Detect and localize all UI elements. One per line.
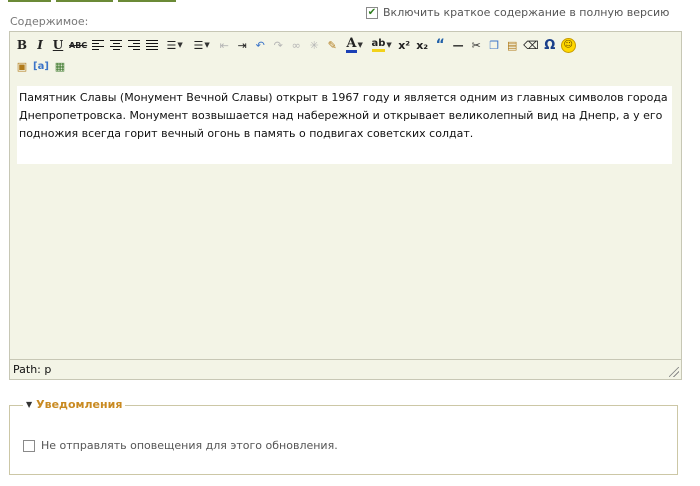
- omega-icon: Ω: [544, 37, 556, 53]
- paste-word-icon: [a]: [33, 60, 49, 72]
- toolbar-row-2: ▣ [a] ▦: [13, 56, 69, 76]
- cut-icon: ✂: [471, 38, 481, 52]
- notifications-legend[interactable]: ▼ Уведомления: [23, 398, 126, 411]
- undo-button[interactable]: ↶: [251, 35, 269, 55]
- editor-toolbar: B I U ABC ☰ ▼ ☰ ▼ ⇤ ⇥ ↶ ↷ ∞ ✳ ✎ A ▼ ab ▼ x² …: [10, 32, 681, 76]
- copy-button[interactable]: ❐: [485, 35, 503, 55]
- toolbar-row-1: B I U ABC ☰ ▼ ☰ ▼ ⇤ ⇥ ↶ ↷ ∞ ✳ ✎ A ▼ ab ▼ x² …: [13, 35, 578, 55]
- subscript-icon: x₂: [416, 38, 429, 52]
- outdent-button[interactable]: ⇤: [215, 35, 233, 55]
- dropdown-arrow-icon: ▼: [357, 41, 363, 49]
- eraser-icon: ⌫: [523, 38, 539, 52]
- resize-handle-icon[interactable]: [669, 367, 679, 377]
- redo-icon: ↷: [273, 38, 283, 52]
- smiley-icon: ☺: [560, 37, 576, 53]
- redo-button[interactable]: ↷: [269, 35, 287, 55]
- numbered-list-button[interactable]: ☰ ▼: [188, 35, 215, 55]
- blockquote-icon: “: [435, 37, 445, 53]
- special-char-button[interactable]: Ω: [541, 35, 559, 55]
- editor-statusbar: Path: p: [10, 359, 681, 379]
- remove-format-button[interactable]: ⌫: [521, 35, 541, 55]
- superscript-icon: x²: [398, 38, 411, 52]
- bold-button[interactable]: B: [13, 35, 31, 55]
- paste-icon: ▤: [506, 38, 518, 52]
- editor-content-area[interactable]: Памятник Славы (Монумент Вечной Славы) о…: [17, 86, 672, 164]
- horizontal-rule-button[interactable]: —: [449, 35, 467, 55]
- copy-icon: ❐: [489, 38, 500, 52]
- numbered-list-icon: ☰: [193, 38, 204, 52]
- summary-checkbox-label: Включить краткое содержание в полную вер…: [383, 6, 670, 19]
- dropdown-arrow-icon: ▼: [177, 41, 183, 49]
- italic-button[interactable]: I: [31, 35, 49, 55]
- dropdown-arrow-icon: ▼: [204, 41, 210, 49]
- summary-option[interactable]: ✔ Включить краткое содержание в полную в…: [366, 6, 669, 19]
- unlink-icon: ✳: [309, 38, 319, 52]
- notifications-fieldset: ▼ Уведомления Не отправлять оповещения д…: [9, 398, 678, 475]
- notify-option[interactable]: Не отправлять оповещения для этого обнов…: [23, 439, 338, 452]
- align-right-button[interactable]: [125, 35, 143, 55]
- bullet-list-button[interactable]: ☰ ▼: [161, 35, 188, 55]
- paste-text-icon: ▣: [16, 59, 28, 73]
- align-left-button[interactable]: [89, 35, 107, 55]
- top-tab-3[interactable]: [118, 0, 176, 2]
- collapse-triangle-icon: ▼: [26, 400, 33, 409]
- summary-checkbox[interactable]: ✔: [366, 6, 378, 19]
- paste-word-button[interactable]: [a]: [31, 56, 51, 76]
- align-center-icon: [110, 38, 123, 52]
- highlight-icon: ab: [371, 38, 386, 52]
- link-icon: ∞: [291, 38, 301, 52]
- editor-paragraph: Памятник Славы (Монумент Вечной Славы) о…: [19, 91, 668, 140]
- cleanup-button[interactable]: ✎: [323, 35, 341, 55]
- align-right-icon: [128, 38, 141, 52]
- align-justify-icon: [146, 38, 159, 52]
- dropdown-arrow-icon: ▼: [386, 41, 392, 49]
- superscript-button[interactable]: x²: [395, 35, 413, 55]
- align-left-icon: [92, 38, 105, 52]
- notify-checkbox[interactable]: [23, 439, 35, 452]
- bullet-list-icon: ☰: [166, 38, 177, 52]
- paste-text-button[interactable]: ▣: [13, 56, 31, 76]
- cut-button[interactable]: ✂: [467, 35, 485, 55]
- horizontal-rule-icon: —: [452, 38, 464, 52]
- blockquote-button[interactable]: “: [431, 35, 449, 55]
- align-justify-button[interactable]: [143, 35, 161, 55]
- paste-button[interactable]: ▤: [503, 35, 521, 55]
- film-icon: ▦: [54, 59, 66, 73]
- broom-icon: ✎: [327, 38, 337, 52]
- top-tab-strip: [0, 0, 200, 4]
- editor-path: Path: p: [13, 363, 52, 376]
- emoticon-button[interactable]: ☺: [559, 35, 578, 55]
- text-color-icon: A: [346, 35, 357, 53]
- outdent-icon: ⇤: [219, 38, 229, 52]
- subscript-button[interactable]: x₂: [413, 35, 431, 55]
- undo-icon: ↶: [255, 38, 265, 52]
- notify-checkbox-label: Не отправлять оповещения для этого обнов…: [41, 439, 338, 452]
- media-button[interactable]: ▦: [51, 56, 69, 76]
- highlight-button[interactable]: ab ▼: [368, 35, 395, 55]
- notifications-legend-label: Уведомления: [36, 398, 123, 411]
- indent-button[interactable]: ⇥: [233, 35, 251, 55]
- align-center-button[interactable]: [107, 35, 125, 55]
- content-label: Содержимое:: [10, 15, 89, 28]
- strikethrough-button[interactable]: ABC: [67, 35, 89, 55]
- unlink-button[interactable]: ✳: [305, 35, 323, 55]
- indent-icon: ⇥: [237, 38, 247, 52]
- top-tab-2[interactable]: [56, 0, 113, 2]
- rich-text-editor: B I U ABC ☰ ▼ ☰ ▼ ⇤ ⇥ ↶ ↷ ∞ ✳ ✎ A ▼ ab ▼ x² …: [9, 31, 682, 380]
- link-button[interactable]: ∞: [287, 35, 305, 55]
- text-color-button[interactable]: A ▼: [341, 35, 368, 55]
- top-tab-1[interactable]: [8, 0, 51, 2]
- underline-button[interactable]: U: [49, 35, 67, 55]
